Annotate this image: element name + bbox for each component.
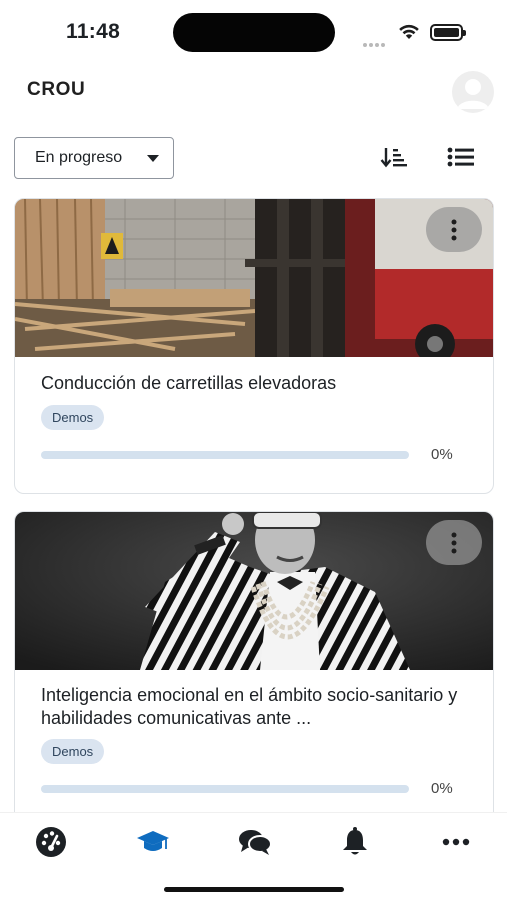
course-options-button[interactable] [426, 207, 482, 252]
category-badge: Demos [41, 739, 105, 764]
more-vertical-icon [451, 219, 457, 240]
more-icon [442, 838, 470, 846]
more-vertical-icon [451, 532, 457, 553]
tab-my-courses[interactable] [133, 827, 173, 857]
tab-messages[interactable] [235, 827, 275, 857]
avatar[interactable] [452, 71, 494, 113]
category-badge: Demos [41, 405, 105, 430]
list-view-icon[interactable] [447, 146, 475, 168]
dynamic-island [173, 13, 335, 52]
course-image [15, 512, 493, 670]
course-title[interactable]: Inteligencia emocional en el ámbito soci… [41, 684, 481, 730]
tab-more[interactable] [436, 827, 476, 857]
progress-percentage: 0% [431, 780, 453, 797]
bell-icon [343, 827, 367, 855]
tab-notifications[interactable] [335, 827, 375, 857]
battery-icon [430, 24, 466, 41]
course-options-button[interactable] [426, 520, 482, 565]
course-image [15, 199, 493, 357]
forklift-warehouse-photo [15, 199, 493, 357]
status-time: 11:48 [66, 20, 121, 43]
user-icon [457, 79, 489, 109]
page-title: CROU [27, 79, 86, 100]
sort-icon[interactable] [380, 145, 408, 169]
elderly-woman-portrait-photo [15, 512, 493, 670]
filter-selected-value: En progreso [35, 149, 123, 166]
cellular-signal-icon [363, 34, 387, 52]
course-title[interactable]: Conducción de carretillas elevadoras [41, 372, 481, 395]
chat-icon [239, 830, 272, 855]
dashboard-icon [36, 827, 66, 857]
status-bar: 11:48 [0, 0, 507, 62]
progress-bar [41, 451, 409, 459]
tab-dashboard[interactable] [31, 827, 71, 857]
home-indicator [164, 887, 344, 892]
caret-down-icon [147, 155, 159, 162]
progress-bar [41, 785, 409, 793]
progress-percentage: 0% [431, 446, 453, 463]
course-card[interactable]: Conducción de carretillas elevadoras Dem… [14, 198, 494, 494]
wifi-icon [399, 24, 419, 39]
course-filter-dropdown[interactable]: En progreso [14, 137, 174, 179]
bottom-tab-bar [0, 812, 507, 900]
course-card[interactable]: Inteligencia emocional en el ámbito soci… [14, 511, 494, 831]
graduation-cap-icon [137, 831, 169, 851]
